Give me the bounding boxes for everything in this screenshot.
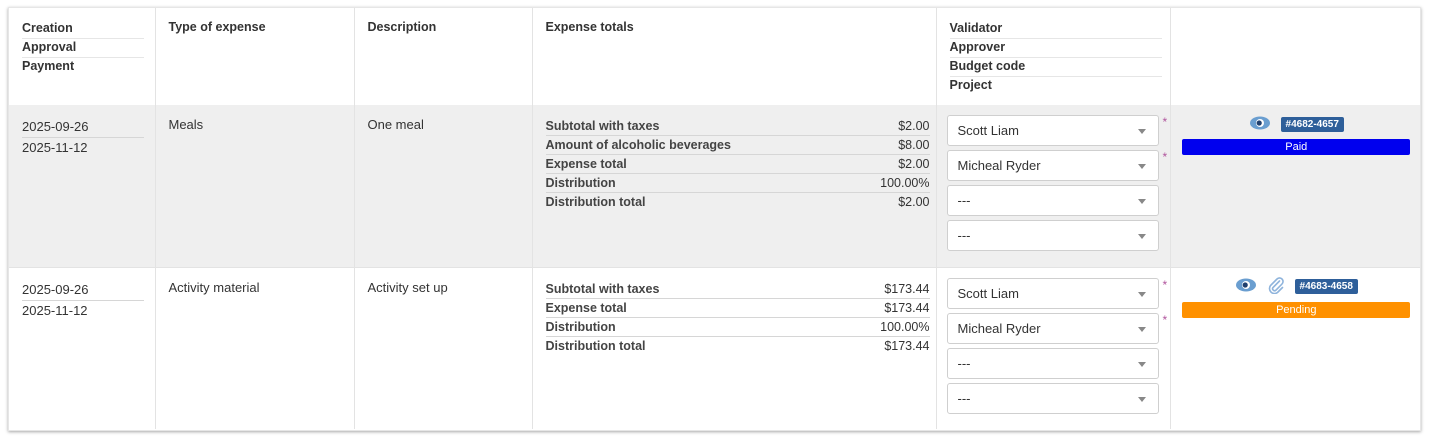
header-expense-totals: Expense totals [532,8,937,105]
project-select[interactable]: --- [946,220,1159,251]
total-line: Distribution 100.00% [545,174,930,193]
required-marker: * [1162,150,1168,164]
total-line: Amount of alcoholic beverages $8.00 [545,136,930,155]
total-line: Expense total $2.00 [545,155,930,174]
total-label: Subtotal with taxes [545,119,660,133]
totals-cell: Subtotal with taxes $173.44 Expense total $… [532,266,937,429]
actions-cell: #4683-4658 Pending [1170,266,1420,429]
approver-value: Micheal Ryder [957,158,1041,173]
validator-select[interactable]: Scott Liam [946,277,1159,309]
expense-type: Activity material [155,266,355,429]
total-value: 100.00% [880,319,930,334]
chevron-down-icon [1137,199,1146,204]
reference-badge[interactable]: #4683-4658 [1294,279,1358,294]
chevron-down-icon [1137,291,1146,297]
total-label: Distribution total [545,195,646,209]
project-value: --- [957,228,971,243]
total-line: Distribution total $173.44 [546,337,930,355]
header-budget-code: Budget code [949,58,1162,77]
total-line: Distribution total $2.00 [546,193,930,211]
total-value: $2.00 [898,195,930,209]
approver-select[interactable]: Micheal Ryder [946,312,1159,344]
expense-description: One meal [354,105,533,267]
header-validator: Validator [949,20,1162,39]
total-line: Expense total $173.44 [545,299,930,318]
eye-icon[interactable] [1249,115,1271,134]
required-marker: * [1162,277,1168,292]
table-row: 2025-09-26 2025-11-12 Meals One meal Sub… [9,105,1420,267]
total-value: $8.00 [898,138,930,152]
paperclip-icon[interactable] [1267,276,1285,297]
chevron-down-icon [1137,361,1146,367]
expense-table-panel: Creation Approval Payment Type of expens… [8,7,1421,431]
budget-code-select[interactable]: --- [946,185,1159,216]
eye-icon[interactable] [1235,277,1257,296]
actions-cell: #4682-4657 Paid [1170,105,1420,267]
total-line: Distribution 100.00% [545,318,930,337]
creation-date: 2025-09-26 [22,280,144,301]
assignment-cell: Scott Liam * Micheal Ryder * --- --- [936,266,1171,429]
total-line: Subtotal with taxes $2.00 [545,117,930,136]
total-label: Distribution [545,176,616,190]
validator-select[interactable]: Scott Liam [946,115,1159,146]
header-type-of-expense: Type of expense [155,8,355,105]
total-label: Expense total [545,300,627,315]
total-value: $2.00 [898,157,930,171]
budget-code-select[interactable]: --- [946,347,1159,379]
chevron-down-icon [1137,164,1146,169]
header-people: Validator Approver Budget code Project [936,8,1171,105]
header-approval: Approval [22,39,144,58]
approval-date: 2025-11-12 [22,302,88,318]
status-badge: Paid [1182,139,1411,155]
required-marker: * [1162,115,1168,129]
total-label: Subtotal with taxes [545,281,660,296]
approval-date: 2025-11-12 [22,140,88,155]
validator-value: Scott Liam [957,123,1019,138]
total-label: Distribution total [545,338,646,353]
approver-value: Micheal Ryder [957,320,1041,336]
dates-cell: 2025-09-26 2025-11-12 [9,105,156,267]
total-value: $2.00 [898,119,930,133]
header-payment: Payment [22,59,75,73]
chevron-down-icon [1137,326,1146,332]
table-row: 2025-09-26 2025-11-12 Activity material … [9,266,1420,429]
header-creation: Creation [22,20,144,39]
assignment-cell: Scott Liam * Micheal Ryder * --- --- [936,105,1171,267]
expense-description: Activity set up [354,266,533,429]
table-header-row: Creation Approval Payment Type of expens… [9,8,1420,105]
creation-date: 2025-09-26 [22,117,144,138]
chevron-down-icon [1137,129,1146,134]
expense-table: Creation Approval Payment Type of expens… [9,8,1420,429]
header-actions [1170,8,1420,105]
budget-code-value: --- [957,355,971,371]
header-description: Description [354,8,533,105]
dates-cell: 2025-09-26 2025-11-12 [9,266,156,429]
validator-value: Scott Liam [957,285,1019,301]
required-marker: * [1162,312,1168,327]
status-badge: Pending [1182,301,1411,318]
project-select[interactable]: --- [946,382,1159,414]
total-label: Amount of alcoholic beverages [545,138,731,152]
chevron-down-icon [1137,234,1146,239]
chevron-down-icon [1137,396,1146,402]
approver-select[interactable]: Micheal Ryder [946,150,1159,181]
total-value: 100.00% [880,176,930,190]
total-value: $173.44 [884,300,930,315]
total-value: $173.44 [884,281,930,296]
totals-cell: Subtotal with taxes $2.00 Amount of alcoho… [532,105,937,267]
expense-type: Meals [155,105,355,267]
project-value: --- [957,390,971,406]
total-line: Subtotal with taxes $173.44 [545,280,930,299]
total-label: Distribution [545,319,616,334]
reference-badge[interactable]: #4682-4657 [1280,116,1344,132]
header-dates: Creation Approval Payment [9,8,156,105]
header-project: Project [949,78,992,92]
total-value: $173.44 [884,338,930,353]
total-label: Expense total [545,157,627,171]
budget-code-value: --- [957,193,971,208]
header-approver: Approver [949,39,1162,58]
